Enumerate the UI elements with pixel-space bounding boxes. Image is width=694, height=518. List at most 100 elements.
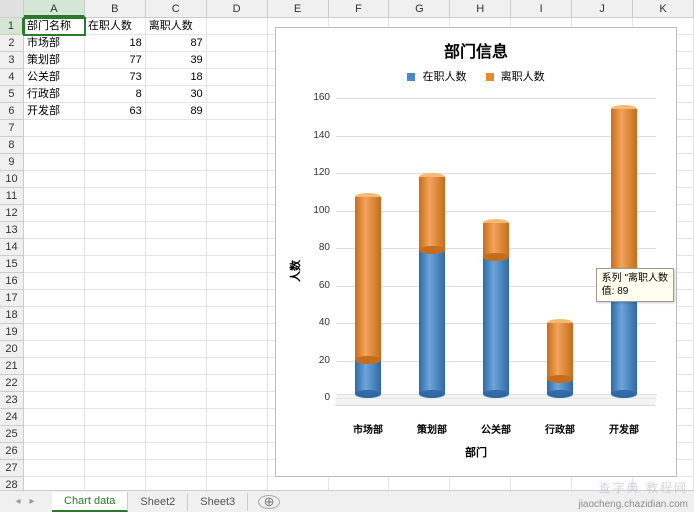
cell-B17[interactable]: [85, 290, 146, 307]
cell-B24[interactable]: [85, 409, 146, 426]
cell-C10[interactable]: [146, 171, 207, 188]
cell-D7[interactable]: [207, 120, 268, 137]
cell-B12[interactable]: [85, 205, 146, 222]
cell-D11[interactable]: [207, 188, 268, 205]
cell-A26[interactable]: [24, 443, 85, 460]
cell-A1[interactable]: 部门名称: [24, 18, 85, 35]
cell-A13[interactable]: [24, 222, 85, 239]
cell-C7[interactable]: [146, 120, 207, 137]
row-header-4[interactable]: 4: [0, 69, 24, 86]
tab-sheet3[interactable]: Sheet3: [188, 493, 248, 511]
cell-D9[interactable]: [207, 154, 268, 171]
cell-A2[interactable]: 市场部: [24, 35, 85, 52]
row-header-21[interactable]: 21: [0, 358, 24, 375]
cell-A6[interactable]: 开发部: [24, 103, 85, 120]
cell-B21[interactable]: [85, 358, 146, 375]
row-header-2[interactable]: 2: [0, 35, 24, 52]
cell-A21[interactable]: [24, 358, 85, 375]
cell-B4[interactable]: 73: [85, 69, 146, 86]
cell-D6[interactable]: [207, 103, 268, 120]
cell-D26[interactable]: [207, 443, 268, 460]
cell-B25[interactable]: [85, 426, 146, 443]
cell-C8[interactable]: [146, 137, 207, 154]
col-header-h[interactable]: H: [450, 0, 511, 17]
cell-D2[interactable]: [207, 35, 268, 52]
cell-C17[interactable]: [146, 290, 207, 307]
bar-group-4[interactable]: [611, 98, 637, 398]
cell-C13[interactable]: [146, 222, 207, 239]
embedded-chart[interactable]: 部门信息 在职人数 离职人数 人数 部门 0204060801001201401…: [275, 27, 677, 477]
cell-C15[interactable]: [146, 256, 207, 273]
cell-C19[interactable]: [146, 324, 207, 341]
legend-item-1[interactable]: 在职人数: [407, 68, 466, 84]
cell-D22[interactable]: [207, 375, 268, 392]
cell-C20[interactable]: [146, 341, 207, 358]
row-header-16[interactable]: 16: [0, 273, 24, 290]
col-header-b[interactable]: B: [85, 0, 146, 17]
cell-A14[interactable]: [24, 239, 85, 256]
cell-C24[interactable]: [146, 409, 207, 426]
row-header-3[interactable]: 3: [0, 52, 24, 69]
cell-A20[interactable]: [24, 341, 85, 358]
row-header-18[interactable]: 18: [0, 307, 24, 324]
row-header-22[interactable]: 22: [0, 375, 24, 392]
cell-B5[interactable]: 8: [85, 86, 146, 103]
cell-C27[interactable]: [146, 460, 207, 477]
cell-A19[interactable]: [24, 324, 85, 341]
cell-C4[interactable]: 18: [146, 69, 207, 86]
cell-A16[interactable]: [24, 273, 85, 290]
cell-D4[interactable]: [207, 69, 268, 86]
cell-C3[interactable]: 39: [146, 52, 207, 69]
row-header-11[interactable]: 11: [0, 188, 24, 205]
cell-D24[interactable]: [207, 409, 268, 426]
cell-A3[interactable]: 策划部: [24, 52, 85, 69]
cell-B14[interactable]: [85, 239, 146, 256]
cell-A12[interactable]: [24, 205, 85, 222]
cell-B3[interactable]: 77: [85, 52, 146, 69]
cell-D18[interactable]: [207, 307, 268, 324]
cell-B1[interactable]: 在职人数: [85, 18, 146, 35]
cell-D16[interactable]: [207, 273, 268, 290]
cell-D21[interactable]: [207, 358, 268, 375]
cell-A23[interactable]: [24, 392, 85, 409]
tab-sheet2[interactable]: Sheet2: [128, 493, 188, 511]
cell-C25[interactable]: [146, 426, 207, 443]
cell-B19[interactable]: [85, 324, 146, 341]
tab-nav-prev-icon[interactable]: ◂: [12, 495, 24, 509]
cell-B23[interactable]: [85, 392, 146, 409]
cell-B11[interactable]: [85, 188, 146, 205]
row-header-26[interactable]: 26: [0, 443, 24, 460]
cell-B8[interactable]: [85, 137, 146, 154]
row-header-9[interactable]: 9: [0, 154, 24, 171]
cell-D19[interactable]: [207, 324, 268, 341]
col-header-d[interactable]: D: [207, 0, 268, 17]
tab-chart-data[interactable]: Chart data: [52, 492, 128, 512]
cell-B13[interactable]: [85, 222, 146, 239]
col-header-a[interactable]: A: [24, 0, 85, 17]
row-header-23[interactable]: 23: [0, 392, 24, 409]
cell-C9[interactable]: [146, 154, 207, 171]
cell-B27[interactable]: [85, 460, 146, 477]
tab-nav-next-icon[interactable]: ▸: [26, 495, 38, 509]
cell-A10[interactable]: [24, 171, 85, 188]
cell-B10[interactable]: [85, 171, 146, 188]
cell-C6[interactable]: 89: [146, 103, 207, 120]
cell-C11[interactable]: [146, 188, 207, 205]
cell-D10[interactable]: [207, 171, 268, 188]
cell-C2[interactable]: 87: [146, 35, 207, 52]
cell-A11[interactable]: [24, 188, 85, 205]
cell-D25[interactable]: [207, 426, 268, 443]
cell-B22[interactable]: [85, 375, 146, 392]
add-sheet-icon[interactable]: ⊕: [258, 495, 280, 509]
select-all-corner[interactable]: [0, 0, 24, 17]
cell-C18[interactable]: [146, 307, 207, 324]
cell-B6[interactable]: 63: [85, 103, 146, 120]
cell-B18[interactable]: [85, 307, 146, 324]
row-header-15[interactable]: 15: [0, 256, 24, 273]
cell-D3[interactable]: [207, 52, 268, 69]
cell-B9[interactable]: [85, 154, 146, 171]
row-header-12[interactable]: 12: [0, 205, 24, 222]
cell-A18[interactable]: [24, 307, 85, 324]
row-header-10[interactable]: 10: [0, 171, 24, 188]
cell-B7[interactable]: [85, 120, 146, 137]
